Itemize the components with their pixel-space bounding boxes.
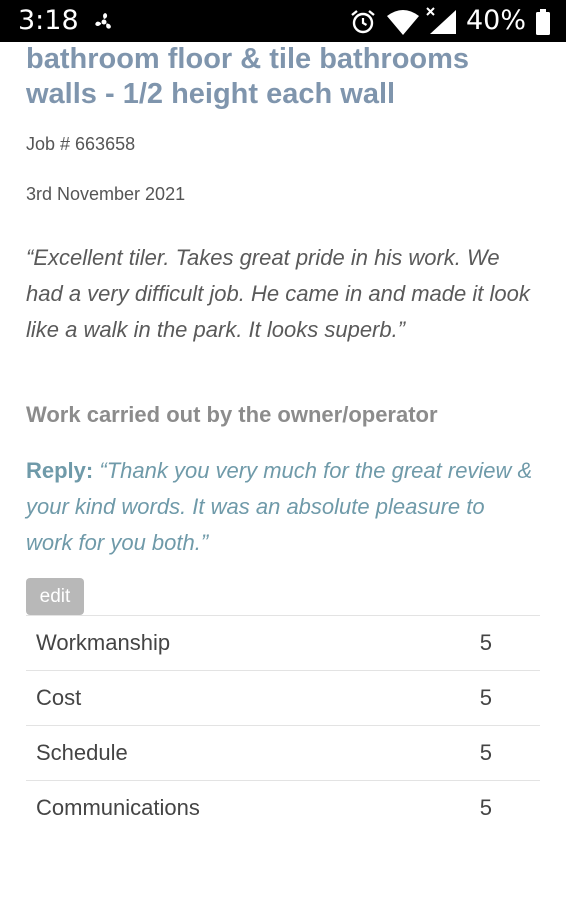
job-title: bathroom floor & tile bathrooms walls - … <box>26 43 470 110</box>
review-quote: “Excellent tiler. Takes great pride in h… <box>26 245 530 342</box>
rating-value: 5 <box>479 795 492 820</box>
rating-row-schedule: Schedule 5 <box>26 725 540 780</box>
wifi-icon <box>387 10 419 35</box>
job-number: Job # 663658 <box>26 134 136 154</box>
rating-row-workmanship: Workmanship 5 <box>26 615 540 670</box>
work-carried-out-by: Work carried out by the owner/operator <box>26 402 438 427</box>
reply-label: Reply: <box>26 458 94 483</box>
ratings-table: Workmanship 5 Cost 5 Schedule 5 Communic… <box>26 615 540 835</box>
rating-row-cost: Cost 5 <box>26 670 540 725</box>
status-bar: 3:18 40% <box>0 0 566 42</box>
battery-icon <box>536 9 550 35</box>
review-date: 3rd November 2021 <box>26 184 186 204</box>
rating-label: Communications <box>36 795 200 820</box>
rating-value: 5 <box>479 630 492 655</box>
edit-button[interactable]: edit <box>26 578 84 615</box>
rating-value: 5 <box>479 685 492 710</box>
rating-label: Schedule <box>36 740 128 765</box>
status-time: 3:18 <box>18 5 79 36</box>
fan-icon <box>95 13 111 29</box>
rating-value: 5 <box>479 740 492 765</box>
signal-icon <box>426 7 456 34</box>
rating-label: Workmanship <box>36 630 171 655</box>
reply: Reply: “Thank you very much for the grea… <box>26 453 536 561</box>
rating-label: Cost <box>36 685 82 710</box>
rating-row-communications: Communications 5 <box>26 780 540 835</box>
alarm-icon <box>351 10 375 34</box>
battery-percentage: 40% <box>466 5 527 36</box>
reply-text: “Thank you very much for the great revie… <box>26 458 533 555</box>
